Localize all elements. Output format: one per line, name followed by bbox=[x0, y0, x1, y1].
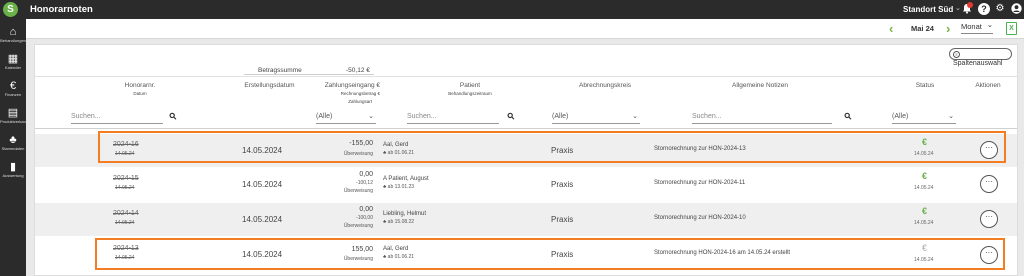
notes-search-input[interactable]: Suchen... bbox=[692, 112, 832, 124]
status-filter-select[interactable]: (Alle) ⌄ bbox=[892, 112, 956, 124]
sidebar-item-label: Auswertung bbox=[2, 173, 24, 178]
kreis-filter-value: (Alle) bbox=[552, 113, 569, 120]
euro-icon: € bbox=[922, 206, 928, 216]
table-row[interactable]: 2024-14 14.05.24 14.05.2024 0,00 -100,00… bbox=[35, 203, 1017, 236]
sidebar-item-produktverkauf[interactable]: ▤ Produktverkauf bbox=[0, 105, 26, 131]
treatment-period: ♣ ab 15.08.22 bbox=[383, 219, 415, 225]
app-logo: S bbox=[3, 2, 18, 17]
chevron-down-icon: ⌄ bbox=[632, 113, 638, 120]
row-actions-button[interactable]: ··· bbox=[980, 175, 998, 193]
payment-method: Überweisung bbox=[343, 188, 373, 194]
sidebar: ⌂ Behandlungen ▦ Kalender € Finanzen ▤ P… bbox=[0, 19, 26, 276]
calendar-icon: ▦ bbox=[7, 53, 19, 65]
invoice-date: 14.05.24 bbox=[115, 185, 135, 191]
created-date: 14.05.2024 bbox=[242, 180, 283, 189]
column-subheader-behandlungszeitraum: Behandlungszeitraum bbox=[448, 91, 492, 96]
app-title: Honorarnoten bbox=[30, 4, 93, 15]
sidebar-item-label: Kalender bbox=[4, 65, 21, 70]
column-header-erstellungsdatum[interactable]: Erstellungsdatum bbox=[222, 82, 317, 89]
column-subheader-datum: Datum bbox=[133, 91, 147, 96]
summary-divider bbox=[244, 74, 374, 75]
chart-icon: ▮ bbox=[9, 161, 17, 173]
created-date: 14.05.2024 bbox=[242, 215, 283, 224]
invoice-amount: -100,00 bbox=[356, 215, 373, 221]
sidebar-item-label: Behandlungen bbox=[0, 38, 26, 43]
payment-method: Überweisung bbox=[343, 223, 373, 229]
sidebar-item-behandlungen[interactable]: ⌂ Behandlungen bbox=[0, 24, 26, 50]
column-header-notizen[interactable]: Allgemeine Notizen bbox=[700, 82, 820, 89]
nr-search-input[interactable]: Suchen... bbox=[71, 112, 163, 124]
patient-name[interactable]: Liebling, Helmut bbox=[383, 211, 426, 217]
header-divider bbox=[35, 76, 1017, 77]
zahlung-filter-select[interactable]: (Alle) ⌄ bbox=[316, 112, 376, 124]
document-icon: ▤ bbox=[7, 107, 19, 119]
sidebar-item-label: Stammdaten bbox=[1, 146, 25, 151]
billing-circle: Praxis bbox=[551, 215, 574, 224]
column-header-aktionen: Aktionen bbox=[975, 82, 1001, 89]
row-actions-button[interactable]: ··· bbox=[980, 210, 998, 228]
period-select-value: Monat bbox=[961, 22, 982, 31]
sidebar-item-finanzen[interactable]: € Finanzen bbox=[0, 78, 26, 104]
chevron-down-icon: ⌄ bbox=[986, 20, 993, 29]
column-header-status[interactable]: Status bbox=[895, 82, 955, 89]
euro-icon: € bbox=[922, 171, 928, 181]
table-row[interactable]: 2024-15 14.05.24 14.05.2024 0,00 -100,12… bbox=[35, 168, 1017, 201]
sidebar-item-label: Produktverkauf bbox=[0, 119, 26, 124]
summary-label: Betragssumme bbox=[258, 67, 302, 74]
payment-amount: 0,00 bbox=[359, 206, 373, 213]
sidebar-item-label: Finanzen bbox=[4, 92, 22, 97]
hierarchy-icon: ♣ bbox=[9, 134, 17, 146]
column-subheader-rechnungsbetrag: Rechnungsbetrag € bbox=[340, 91, 380, 96]
location-selector[interactable]: Standort Süd bbox=[903, 5, 953, 14]
home-icon: ⌂ bbox=[9, 26, 17, 38]
sidebar-item-stammdaten[interactable]: ♣ Stammdaten bbox=[0, 132, 26, 158]
filter-divider bbox=[35, 128, 1017, 129]
kreis-filter-select[interactable]: (Alle) ⌄ bbox=[552, 112, 640, 124]
previous-month-button[interactable]: ‹ bbox=[889, 21, 893, 36]
invoice-number[interactable]: 2024-15 bbox=[113, 175, 139, 182]
column-header-abrechnungskreis[interactable]: Abrechnungskreis bbox=[550, 82, 660, 89]
excel-export-icon[interactable]: X bbox=[1006, 22, 1017, 35]
current-month: Mai 24 bbox=[911, 24, 934, 33]
euro-icon: € bbox=[9, 80, 17, 92]
patient-search-input[interactable]: Suchen... bbox=[407, 112, 499, 124]
general-note: Stornorechnung zur HON-2024-10 bbox=[654, 215, 746, 221]
gear-icon[interactable]: ⚙ bbox=[994, 3, 1006, 15]
highlight-box-storno bbox=[98, 131, 1006, 163]
notification-badge bbox=[967, 2, 973, 8]
billing-circle: Praxis bbox=[551, 180, 574, 189]
treatment-period: ♣ ab 13.01.23 bbox=[383, 184, 415, 190]
sidebar-item-kalender[interactable]: ▦ Kalender bbox=[0, 51, 26, 77]
status-date: 14.05.24 bbox=[914, 185, 934, 191]
summary-value: -50,12 € bbox=[346, 67, 370, 74]
invoice-number[interactable]: 2024-14 bbox=[113, 210, 139, 217]
zahlung-filter-value: (Alle) bbox=[316, 113, 333, 120]
general-note: Stornorechnung zur HON-2024-11 bbox=[654, 180, 746, 186]
chevron-down-icon[interactable]: ⌄ bbox=[955, 4, 961, 12]
period-toolbar: ‹ Mai 24 › Monat ⌄ X bbox=[26, 19, 1024, 39]
chevron-down-icon: ⌄ bbox=[368, 113, 374, 120]
patient-name[interactable]: A Patient, August bbox=[383, 176, 429, 182]
columns-icon: ≡ bbox=[953, 51, 960, 58]
period-select[interactable]: Monat ⌄ bbox=[961, 20, 993, 34]
sidebar-item-auswertung[interactable]: ▮ Auswertung bbox=[0, 159, 26, 185]
column-header-honorarnr[interactable]: Honorarnr. bbox=[95, 82, 185, 89]
status-date: 14.05.24 bbox=[914, 220, 934, 226]
highlight-box-original bbox=[95, 238, 1005, 270]
column-header-patient[interactable]: Patient bbox=[420, 82, 520, 89]
invoice-amount: -100,12 bbox=[356, 180, 373, 186]
help-icon[interactable]: ? bbox=[978, 3, 990, 15]
next-month-button[interactable]: › bbox=[946, 21, 950, 36]
column-subheader-zahlungsart: Zahlungsart bbox=[348, 99, 372, 104]
top-bar: S Honorarnoten Standort Süd ⌄ ? ⚙ bbox=[0, 0, 1024, 19]
chevron-down-icon: ⌄ bbox=[948, 113, 954, 120]
payment-amount: 0,00 bbox=[359, 171, 373, 178]
column-header-zahlungseingang[interactable]: Zahlungseingang € bbox=[308, 82, 380, 89]
invoice-date: 14.05.24 bbox=[115, 220, 135, 226]
status-filter-value: (Alle) bbox=[892, 113, 909, 120]
column-selection-button[interactable]: ≡ Spaltenauswahl bbox=[949, 48, 1012, 67]
user-icon[interactable] bbox=[1010, 3, 1022, 15]
column-selection-label: Spaltenauswahl bbox=[953, 60, 1003, 67]
